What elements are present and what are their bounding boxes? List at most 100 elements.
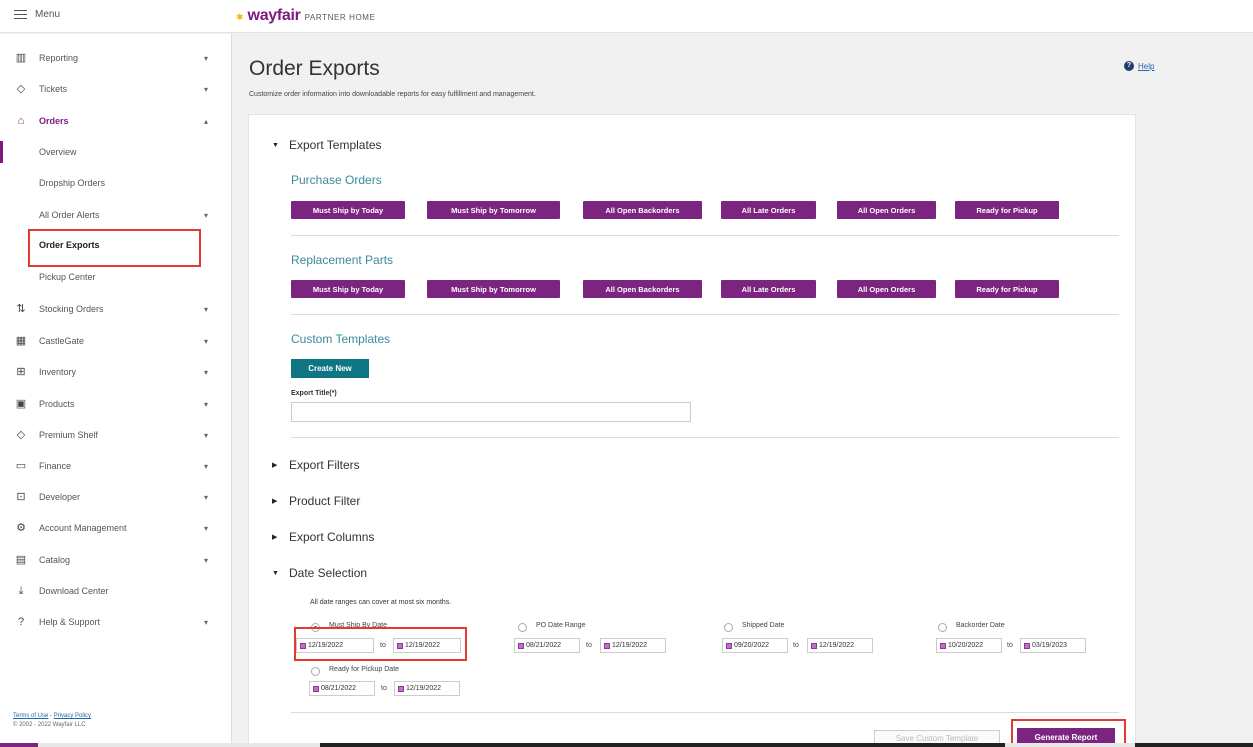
po-late-orders-button[interactable]: All Late Orders bbox=[721, 201, 816, 219]
bottom-scroll-strip bbox=[0, 743, 1253, 747]
po-open-orders-button[interactable]: All Open Orders bbox=[837, 201, 936, 219]
stocking-icon: ⇅ bbox=[16, 303, 26, 315]
sidebar-item-download-center[interactable]: ⤓ Download Center bbox=[0, 581, 232, 601]
copyright: © 2002 - 2022 Wayfair LLC bbox=[13, 722, 86, 728]
help-link[interactable]: ? Help bbox=[1124, 61, 1154, 71]
create-new-button[interactable]: Create New bbox=[291, 359, 369, 378]
shipped-from-date[interactable]: 09/20/2022 bbox=[722, 638, 788, 653]
po-ready-for-pickup-button[interactable]: Ready for Pickup bbox=[955, 201, 1059, 219]
boxes-icon: ⊞ bbox=[16, 366, 26, 378]
rp-late-orders-button[interactable]: All Late Orders bbox=[721, 280, 816, 298]
to-label: to bbox=[586, 642, 592, 649]
wayfair-logo[interactable]: ✱ wayfair PARTNER HOME bbox=[236, 7, 376, 25]
export-filters-toggle[interactable]: ▶ Export Filters bbox=[272, 458, 360, 472]
bag-icon: ⌂ bbox=[17, 115, 25, 127]
terms-link[interactable]: Terms of Use bbox=[13, 713, 48, 719]
sidebar-item-developer[interactable]: ⊡ Developer ▾ bbox=[0, 487, 232, 507]
backorder-date-radio[interactable] bbox=[938, 623, 947, 632]
rp-ready-for-pickup-button[interactable]: Ready for Pickup bbox=[955, 280, 1059, 298]
ready-for-pickup-date-radio[interactable] bbox=[311, 667, 320, 676]
calendar-icon bbox=[811, 642, 817, 649]
rp-open-backorders-button[interactable]: All Open Backorders bbox=[583, 280, 702, 298]
calendar-icon bbox=[1024, 642, 1030, 649]
date-value: 10/20/2022 bbox=[948, 642, 984, 649]
sidebar-item-help-support[interactable]: ? Help & Support ▾ bbox=[0, 612, 232, 632]
date-selection-toggle[interactable]: ▼ Date Selection bbox=[272, 566, 367, 580]
sidebar-subitem-pickup-center[interactable]: Pickup Center bbox=[0, 267, 232, 287]
tag-icon: ◇ bbox=[16, 83, 26, 95]
calendar-icon bbox=[726, 642, 732, 649]
sidebar-item-orders[interactable]: ⌂ Orders ▴ bbox=[0, 111, 232, 131]
sidebar-item-castlegate[interactable]: ▦ CastleGate ▾ bbox=[0, 331, 232, 351]
sidebar-item-reporting[interactable]: ▥ Reporting ▾ bbox=[0, 48, 232, 68]
page-title: Order Exports bbox=[249, 57, 380, 80]
privacy-link[interactable]: Privacy Policy bbox=[54, 713, 91, 719]
ready-for-pickup-date-label: Ready for Pickup Date bbox=[329, 666, 400, 673]
backorder-to-date[interactable]: 03/19/2023 bbox=[1020, 638, 1086, 653]
logo-subtitle: PARTNER HOME bbox=[304, 13, 376, 22]
developer-icon: ⊡ bbox=[16, 491, 26, 503]
rp-must-ship-tomorrow-button[interactable]: Must Ship by Tomorrow bbox=[427, 280, 560, 298]
chevron-down-icon: ▾ bbox=[204, 461, 209, 471]
chevron-down-icon: ▾ bbox=[204, 399, 209, 409]
po-must-ship-today-button[interactable]: Must Ship by Today bbox=[291, 201, 405, 219]
sidebar-item-inventory[interactable]: ⊞ Inventory ▾ bbox=[0, 362, 232, 382]
chevron-down-icon: ▾ bbox=[204, 555, 209, 565]
sidebar-subitem-overview[interactable]: Overview bbox=[0, 142, 232, 162]
catalog-icon: ▤ bbox=[15, 554, 27, 566]
sidebar-subitem-dropship-orders[interactable]: Dropship Orders bbox=[0, 173, 232, 193]
calendar-icon bbox=[604, 642, 610, 649]
po-from-date[interactable]: 08/21/2022 bbox=[514, 638, 580, 653]
shipped-to-date[interactable]: 12/19/2022 bbox=[807, 638, 873, 653]
date-value: 09/20/2022 bbox=[734, 642, 770, 649]
date-value: 08/21/2022 bbox=[526, 642, 562, 649]
chevron-up-icon: ▴ bbox=[204, 116, 209, 126]
pickup-to-date[interactable]: 12/19/2022 bbox=[394, 681, 460, 696]
export-templates-toggle[interactable]: ▼ Export Templates bbox=[272, 138, 382, 152]
products-icon: ▣ bbox=[15, 398, 27, 410]
date-selection-heading: Date Selection bbox=[289, 566, 368, 580]
sidebar-item-account-management[interactable]: ⚙ Account Management ▾ bbox=[0, 518, 232, 538]
export-columns-toggle[interactable]: ▶ Export Columns bbox=[272, 530, 374, 544]
rp-open-orders-button[interactable]: All Open Orders bbox=[837, 280, 936, 298]
logo-star-icon: ✱ bbox=[236, 12, 244, 22]
pickup-from-date[interactable]: 08/21/2022 bbox=[309, 681, 375, 696]
rp-must-ship-today-button[interactable]: Must Ship by Today bbox=[291, 280, 405, 298]
sidebar-item-stocking-orders[interactable]: ⇅ Stocking Orders ▾ bbox=[0, 299, 232, 319]
divider bbox=[291, 712, 1119, 713]
purchase-orders-heading: Purchase Orders bbox=[291, 173, 382, 187]
date-value: 08/21/2022 bbox=[321, 685, 357, 692]
po-must-ship-tomorrow-button[interactable]: Must Ship by Tomorrow bbox=[427, 201, 560, 219]
po-open-backorders-button[interactable]: All Open Backorders bbox=[583, 201, 702, 219]
sidebar-item-products[interactable]: ▣ Products ▾ bbox=[0, 394, 232, 414]
export-templates-heading: Export Templates bbox=[289, 138, 382, 152]
product-filter-toggle[interactable]: ▶ Product Filter bbox=[272, 494, 360, 508]
chevron-down-icon: ▾ bbox=[204, 367, 209, 377]
sidebar-item-tickets[interactable]: ◇ Tickets ▾ bbox=[0, 79, 232, 99]
shipped-date-radio[interactable] bbox=[724, 623, 733, 632]
backorder-from-date[interactable]: 10/20/2022 bbox=[936, 638, 1002, 653]
chevron-down-icon: ▾ bbox=[204, 336, 209, 346]
top-bar: Menu ✱ wayfair PARTNER HOME bbox=[0, 0, 1253, 33]
to-label: to bbox=[793, 642, 799, 649]
warehouse-icon: ▦ bbox=[15, 335, 27, 347]
sidebar-item-premium-shelf[interactable]: ◇ Premium Shelf ▾ bbox=[0, 425, 232, 445]
help-label: Help bbox=[1138, 61, 1155, 71]
divider bbox=[291, 314, 1119, 315]
po-to-date[interactable]: 12/19/2022 bbox=[600, 638, 666, 653]
question-icon: ? bbox=[1124, 61, 1134, 71]
sidebar-item-finance[interactable]: ▭ Finance ▾ bbox=[0, 456, 232, 476]
menu-button[interactable]: Menu bbox=[14, 9, 60, 20]
chevron-down-icon: ▾ bbox=[204, 523, 209, 533]
to-label: to bbox=[381, 685, 387, 692]
calendar-icon bbox=[940, 642, 946, 649]
sidebar-footer: Terms of Use - Privacy Policy © 2002 - 2… bbox=[13, 712, 91, 730]
download-icon: ⤓ bbox=[18, 585, 24, 597]
chevron-down-icon: ▾ bbox=[204, 210, 209, 220]
export-title-input[interactable] bbox=[291, 402, 691, 422]
shipped-date-label: Shipped Date bbox=[742, 622, 785, 629]
sidebar-item-catalog[interactable]: ▤ Catalog ▾ bbox=[0, 550, 232, 570]
sidebar-subitem-all-order-alerts[interactable]: All Order Alerts ▾ bbox=[0, 205, 232, 225]
bar-chart-icon: ▥ bbox=[15, 52, 27, 64]
po-date-range-radio[interactable] bbox=[518, 623, 527, 632]
